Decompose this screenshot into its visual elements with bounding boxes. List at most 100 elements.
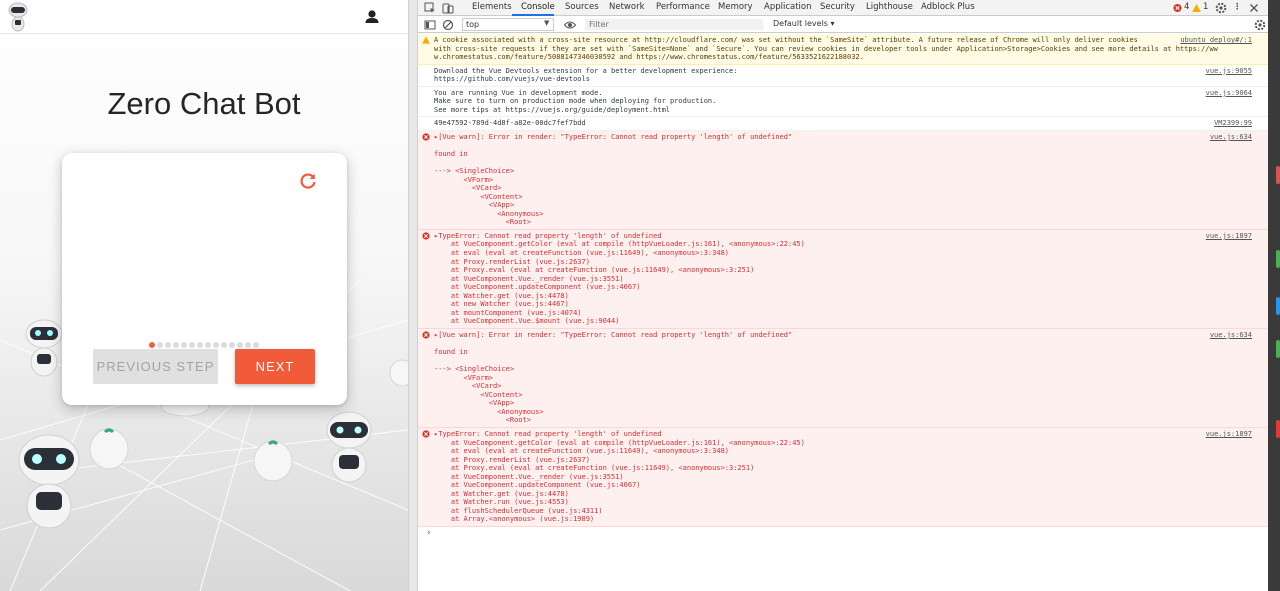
console-filter-input[interactable]: [584, 18, 764, 31]
message-source-link[interactable]: vue.js:634: [1210, 331, 1252, 340]
tab-performance[interactable]: Performance: [656, 2, 710, 12]
refresh-icon[interactable]: [298, 171, 318, 191]
warning-count-icon[interactable]: [1192, 2, 1201, 14]
more-options-icon[interactable]: ⋮: [1233, 2, 1242, 12]
console-prompt[interactable]: ›: [418, 527, 1268, 540]
settings-gear-icon[interactable]: [1215, 2, 1227, 14]
console-error-vue-warn[interactable]: ▸[Vue warn]: Error in render: "TypeError…: [418, 130, 1268, 230]
message-body: ▸[Vue warn]: Error in render: "TypeError…: [434, 133, 1246, 227]
tab-console[interactable]: Console: [521, 2, 555, 12]
tab-sources[interactable]: Sources: [565, 2, 599, 12]
step-dot: [205, 342, 211, 348]
message-line: at mountComponent (vue.js:4074): [434, 308, 582, 317]
robot-illustration: [326, 411, 372, 483]
question-card: PREVIOUS STEP NEXT: [62, 153, 347, 405]
message-line: <VContent>: [434, 192, 523, 201]
dock-app-icon[interactable]: [1276, 420, 1280, 438]
error-count-icon[interactable]: [1173, 2, 1182, 14]
step-dot: [229, 342, 235, 348]
context-selector[interactable]: top: [462, 18, 554, 31]
console-error-typeerror[interactable]: ▸TypeError: Cannot read property 'length…: [418, 427, 1268, 527]
message-source-link[interactable]: vue.js:634: [1210, 133, 1252, 142]
message-line: <VForm>: [434, 175, 494, 184]
message-line: at Proxy.renderList (vue.js:2637): [434, 455, 590, 464]
console-settings-icon[interactable]: [1254, 19, 1266, 31]
message-line: at VueComponent.getColor (eval at compil…: [434, 438, 805, 447]
robot-illustration: [89, 428, 129, 470]
message-line: <VContent>: [434, 390, 523, 399]
message-source-link[interactable]: vue.js:9055: [1206, 67, 1252, 76]
chevron-down-icon: ▼: [544, 19, 550, 27]
console-log-uuid[interactable]: 49e47592-789d-4d8f-a82e-00dc7fef7bdd VM2…: [418, 117, 1268, 131]
error-icon: [422, 331, 430, 339]
step-dot: [157, 342, 163, 348]
step-dot: [213, 342, 219, 348]
previous-step-button[interactable]: PREVIOUS STEP: [93, 349, 218, 384]
message-body: Download the Vue Devtools extension for …: [434, 67, 1246, 84]
message-source-link[interactable]: vue.js:1897: [1206, 430, 1252, 439]
step-dot: [253, 342, 259, 348]
message-line: at new Watcher (vue.js:4467): [434, 300, 569, 309]
log-levels-dropdown[interactable]: Default levels ▾: [773, 19, 835, 28]
message-body: 49e47592-789d-4d8f-a82e-00dc7fef7bdd: [434, 119, 1246, 128]
message-line: at Proxy.eval (eval at createFunction (v…: [434, 266, 755, 275]
inspect-element-icon[interactable]: [424, 2, 436, 14]
message-line: at Array.<anonymous> (vue.js:1989): [434, 515, 595, 524]
message-line: <VCard>: [434, 382, 502, 391]
tab-security[interactable]: Security: [820, 2, 855, 12]
close-icon[interactable]: [1248, 2, 1260, 14]
step-dot: [181, 342, 187, 348]
tab-memory[interactable]: Memory: [718, 2, 753, 12]
step-dot: [165, 342, 171, 348]
message-line: <Anonymous>: [434, 209, 544, 218]
console-log-dev-mode[interactable]: You are running Vue in development mode.…: [418, 87, 1268, 118]
warning-count[interactable]: 1: [1203, 2, 1208, 12]
tab-elements[interactable]: Elements: [472, 2, 512, 12]
account-icon[interactable]: [362, 7, 382, 27]
dock-app-icon[interactable]: [1276, 166, 1280, 184]
message-line: A cookie associated with a cross-site re…: [434, 36, 1138, 44]
message-line: 49e47592-789d-4d8f-a82e-00dc7fef7bdd: [434, 119, 586, 128]
dock-app-icon[interactable]: [1276, 297, 1280, 315]
message-source-link[interactable]: ubuntu_deploy#/:1: [1180, 36, 1252, 45]
message-line: at eval (eval at createFunction (vue.js:…: [434, 447, 730, 456]
devtools-splitter[interactable]: [408, 0, 418, 591]
tab-application[interactable]: Application: [764, 2, 812, 12]
tab-network[interactable]: Network: [609, 2, 645, 12]
console-warning-cookie[interactable]: A cookie associated with a cross-site re…: [418, 34, 1268, 65]
console-messages: A cookie associated with a cross-site re…: [418, 34, 1268, 591]
message-source-link[interactable]: vue.js:9064: [1206, 89, 1252, 98]
tab-lighthouse[interactable]: Lighthouse: [866, 2, 913, 12]
console-log-vue-devtools[interactable]: Download the Vue Devtools extension for …: [418, 65, 1268, 87]
error-count[interactable]: 4: [1184, 2, 1189, 12]
message-line: at Watcher.get (vue.js:4478): [434, 291, 569, 300]
dock-app-icon[interactable]: [1276, 250, 1280, 268]
message-line: <VApp>: [434, 399, 515, 408]
eye-icon[interactable]: [564, 19, 576, 31]
message-line: found in: [434, 150, 468, 159]
clear-console-icon[interactable]: [442, 19, 454, 31]
warning-icon: [422, 36, 430, 44]
dock-app-icon[interactable]: [1276, 340, 1280, 358]
message-line: at VueComponent.Vue.$mount (vue.js:9044): [434, 317, 620, 326]
console-error-vue-warn[interactable]: ▸[Vue warn]: Error in render: "TypeError…: [418, 328, 1268, 428]
message-source-link[interactable]: vue.js:1897: [1206, 232, 1252, 241]
robot-illustration: [389, 359, 408, 387]
message-line: ▸[Vue warn]: Error in render: "TypeError…: [434, 330, 793, 339]
message-line: [434, 141, 1246, 150]
message-line: ---> <SingleChoice>: [434, 365, 515, 374]
console-error-typeerror[interactable]: ▸TypeError: Cannot read property 'length…: [418, 229, 1268, 329]
device-toolbar-icon[interactable]: [442, 2, 454, 14]
message-source-link[interactable]: VM2399:99: [1214, 119, 1252, 128]
robot-logo-icon[interactable]: [8, 2, 28, 32]
next-button[interactable]: NEXT: [235, 349, 315, 384]
message-body: ▸[Vue warn]: Error in render: "TypeError…: [434, 331, 1246, 425]
tab-adblock-plus[interactable]: Adblock Plus: [921, 2, 975, 12]
sidebar-toggle-icon[interactable]: [424, 19, 436, 31]
robot-illustration: [18, 434, 80, 529]
message-line: at VueComponent.getColor (eval at compil…: [434, 240, 805, 249]
message-line: at VueComponent.updateComponent (vue.js:…: [434, 283, 641, 292]
message-line: ▸TypeError: Cannot read property 'length…: [434, 429, 662, 438]
step-dot: [221, 342, 227, 348]
message-line: at VueComponent.updateComponent (vue.js:…: [434, 481, 641, 490]
